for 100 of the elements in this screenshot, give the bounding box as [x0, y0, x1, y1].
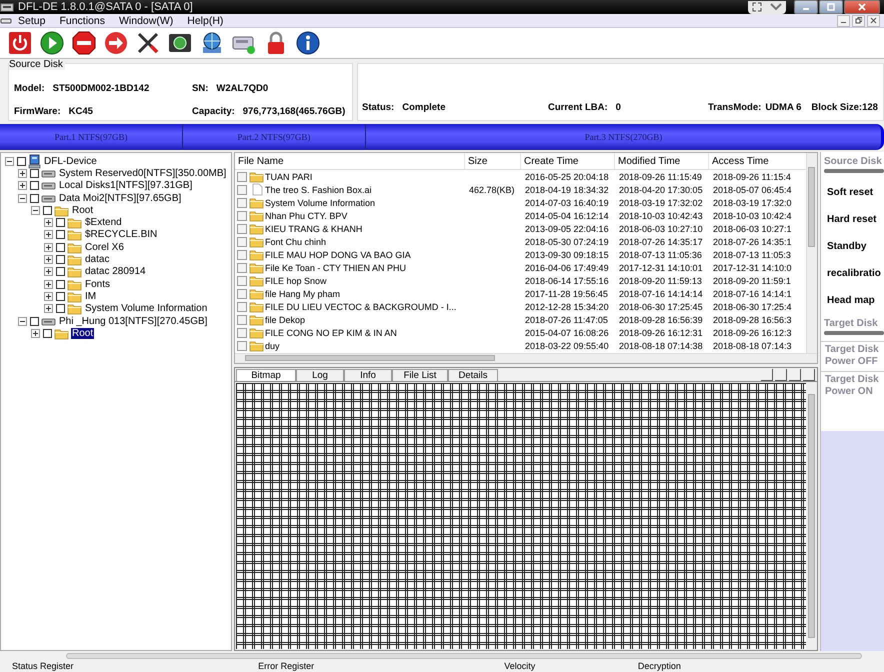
action-button[interactable]: Head map	[821, 287, 884, 314]
tab[interactable]: File List	[392, 369, 448, 381]
checkbox[interactable]	[237, 340, 247, 350]
expand-toggle[interactable]	[44, 280, 53, 289]
file-name[interactable]: FILE DU LIEU VECTOC & BACKGROUMD - I...	[265, 302, 456, 312]
tree-item[interactable]: datac	[84, 254, 110, 266]
stop-icon[interactable]	[72, 31, 96, 55]
file-name[interactable]: FILE hop Snow	[265, 276, 327, 286]
checkbox[interactable]	[237, 236, 247, 246]
collapse-toggle[interactable]	[31, 206, 40, 215]
tree-item[interactable]: Local Disks1[NTFS][97.31GB]	[58, 180, 194, 192]
checkbox[interactable]	[30, 168, 39, 178]
maximize-button[interactable]	[819, 0, 843, 14]
file-name[interactable]: File Ke Toan - CTY THIEN AN PHU	[265, 262, 406, 272]
power-icon[interactable]	[8, 31, 32, 55]
checkbox[interactable]	[237, 302, 247, 312]
expand-toggle[interactable]	[44, 255, 53, 264]
checkbox[interactable]	[30, 316, 39, 326]
checkbox[interactable]	[56, 242, 65, 252]
tree-item[interactable]: System Reserved0[NTFS][350.00MB]	[58, 168, 228, 179]
menu-item[interactable]: Setup	[12, 14, 54, 26]
file-name[interactable]: file Hang My pham	[265, 288, 340, 298]
tree-item[interactable]: $RECYCLE.BIN	[84, 229, 158, 240]
expand-toggle[interactable]	[44, 218, 53, 228]
checkbox[interactable]	[17, 156, 26, 166]
expand-toggle[interactable]	[44, 304, 53, 314]
tab[interactable]: Info	[344, 369, 392, 381]
checkbox[interactable]	[237, 184, 247, 194]
checkbox[interactable]	[237, 288, 247, 298]
view-toggle[interactable]	[803, 369, 815, 381]
checkbox[interactable]	[237, 198, 247, 208]
tree-item[interactable]: IM	[84, 290, 98, 302]
tree-item[interactable]: Corel X6	[84, 242, 125, 253]
scrollbar[interactable]	[235, 353, 817, 363]
checkbox[interactable]	[56, 280, 65, 289]
collapse-toggle[interactable]	[5, 156, 14, 166]
expand-toggle[interactable]	[44, 242, 53, 252]
action-button[interactable]: Standby	[821, 233, 884, 260]
checkbox[interactable]	[237, 328, 247, 338]
tree-item[interactable]: System Volume Information	[84, 303, 208, 314]
tools-icon[interactable]	[136, 31, 160, 55]
expand-toggle[interactable]	[44, 230, 53, 240]
checkbox[interactable]	[237, 262, 247, 272]
tree-item[interactable]: Fonts	[84, 278, 112, 290]
play-icon[interactable]	[40, 31, 64, 55]
arrow-right-icon[interactable]	[104, 31, 128, 55]
file-name[interactable]: System Volume Information	[265, 198, 376, 208]
tree-item[interactable]: DFL-Device	[43, 156, 98, 167]
checkbox[interactable]	[43, 206, 52, 215]
file-name[interactable]: TUAN PARI	[265, 172, 312, 182]
checkbox[interactable]	[56, 255, 65, 264]
checkbox[interactable]	[56, 292, 65, 301]
collapse-toggle[interactable]	[18, 316, 27, 326]
checkbox[interactable]	[237, 276, 247, 286]
checkbox[interactable]	[237, 250, 247, 260]
scrollbar[interactable]	[66, 653, 862, 659]
file-name[interactable]: Font Chu chinh	[265, 236, 326, 246]
checkbox[interactable]	[237, 210, 247, 220]
menu-item[interactable]: Help(H)	[181, 14, 232, 26]
checkbox[interactable]	[237, 314, 247, 324]
tab[interactable]: Details	[448, 369, 498, 381]
action-button[interactable]: recalibratio	[821, 260, 884, 287]
expand-toggle[interactable]	[31, 328, 40, 338]
menu-item[interactable]: Window(W)	[112, 14, 182, 26]
screen-icon[interactable]	[168, 31, 192, 55]
file-name[interactable]: file Dekop	[265, 314, 306, 324]
checkbox[interactable]	[237, 224, 247, 234]
expand-toggle[interactable]	[44, 292, 53, 301]
tree-item[interactable]: Phi _Hung 013[NTFS][270.45GB]	[58, 316, 208, 326]
checkbox[interactable]	[237, 172, 247, 182]
tree-item[interactable]: Root	[71, 204, 94, 216]
expand-toggle[interactable]	[18, 168, 27, 178]
expand-toggle[interactable]	[18, 181, 27, 190]
column-header[interactable]: Create Time	[521, 153, 615, 169]
tree-item[interactable]: $Extend	[84, 217, 123, 228]
file-name[interactable]: duy	[265, 340, 280, 350]
column-header[interactable]: Modified Time	[615, 153, 709, 169]
column-header[interactable]: File Name	[235, 153, 465, 169]
checkbox[interactable]	[43, 328, 52, 338]
file-name[interactable]: Nhan Phu CTY. BPV	[265, 210, 348, 220]
view-toggle[interactable]	[761, 369, 773, 381]
minimize-button[interactable]	[837, 14, 850, 26]
menu-item[interactable]: Functions	[53, 14, 113, 26]
tree-item[interactable]: Data Moi2[NTFS][97.65GB]	[58, 192, 182, 204]
info-icon[interactable]	[296, 31, 320, 55]
file-name[interactable]: The treo S. Fashion Box.ai	[265, 184, 372, 194]
file-name[interactable]: KIEU TRANG & KHANH	[265, 224, 362, 234]
globe-icon[interactable]	[200, 31, 224, 55]
checkbox[interactable]	[56, 218, 65, 228]
tab[interactable]: Bitmap	[236, 369, 296, 381]
chevron-down-icon[interactable]	[770, 3, 782, 11]
close-button[interactable]	[844, 0, 880, 14]
fullscreen-icon[interactable]	[752, 2, 762, 12]
restore-button[interactable]	[852, 14, 865, 26]
collapse-toggle[interactable]	[18, 194, 27, 203]
view-toggle[interactable]	[789, 369, 801, 381]
checkbox[interactable]	[56, 230, 65, 240]
action-button[interactable]: Soft reset	[821, 179, 884, 206]
checkbox[interactable]	[56, 304, 65, 314]
tree-item[interactable]: Root	[71, 328, 94, 339]
